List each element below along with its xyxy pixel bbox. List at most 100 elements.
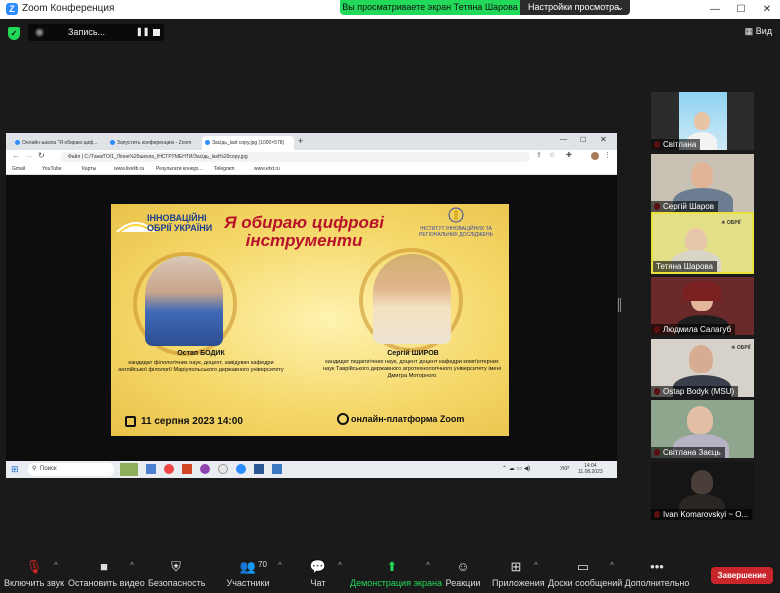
zoom-app-icon[interactable] (236, 464, 246, 474)
participant-name: Тетяна Шарова (653, 261, 717, 272)
bookmark-youtube[interactable]: YouTube (42, 166, 62, 172)
browser-minimize-button[interactable]: — (560, 136, 567, 143)
institute-logo-text: ІНСТИТУТ ІННОВАЦІЙНИХ ТА РЕГІОНАЛЬНИХ ДО… (411, 206, 501, 238)
share-screen-icon: ⬆ (386, 559, 398, 574)
windows-taskbar: ⊞ ⚲ Поиск ⌃ ☁ ▭ ◀) УКР 14:04 11.08.2023 (6, 461, 617, 478)
meeting-topbar: ✓ Запись... ❚❚ ▦ Вид (0, 19, 780, 47)
star-icon[interactable]: ☆ (549, 151, 555, 159)
bookmark-livelib[interactable]: www.livelib.ru (114, 166, 144, 172)
unmute-button[interactable]: 🎙 Включить звук ^ (4, 556, 64, 593)
participant-name: Сергій Шаров (651, 201, 718, 212)
security-button[interactable]: ⛨ Безопасность (148, 556, 205, 593)
taskbar-search[interactable]: ⚲ Поиск (28, 463, 114, 476)
participant-tile[interactable]: Сергій Шаров (651, 154, 754, 212)
bookmark-telegram[interactable]: Telegram (214, 166, 235, 172)
image-viewer: ІННОВАЦІЙНІ ОБРІЇ УКРАЇНИ Я обираю цифро… (6, 175, 617, 461)
more-menu-icon[interactable]: ⋮ (604, 151, 611, 159)
widget-icon[interactable] (120, 463, 138, 476)
shield-icon: ⛨ (171, 559, 181, 574)
institute-emblem-icon (448, 207, 464, 223)
taskbar-clock[interactable]: 14:04 11.08.2023 (578, 463, 603, 475)
browser-maximize-button[interactable]: ☐ (580, 136, 586, 144)
bookmark-gmail[interactable]: Gmail (12, 166, 25, 172)
participant-tile[interactable]: Світлана Заєць (651, 400, 754, 458)
poster-title: Я обираю цифрові інструменти (224, 213, 384, 250)
encryption-shield-icon[interactable]: ✓ (8, 27, 20, 40)
browser-tab[interactable]: Запустить конференцию - Zoom (107, 136, 199, 150)
view-settings-dropdown[interactable]: Настройки просмотра ⌄ (520, 0, 630, 15)
clock-date: 11.08.2023 (578, 469, 603, 475)
brand-name: ІННОВАЦІЙНІ ОБРІЇ УКРАЇНИ (147, 213, 212, 233)
back-arrow-icon[interactable]: ← (12, 151, 20, 160)
word-icon[interactable] (254, 464, 264, 474)
extensions-icon[interactable]: ✚ (566, 151, 572, 159)
chevron-up-icon[interactable]: ^ (426, 561, 430, 570)
chevron-up-icon[interactable]: ^ (338, 561, 342, 570)
keyboard-language[interactable]: УКР (560, 466, 569, 472)
participant-tile[interactable]: Людмила Салагуб (651, 277, 754, 335)
browser-tab-active[interactable]: Засідь_last copy.jpg (1000×578) (202, 136, 294, 150)
reload-icon[interactable]: ↻ (38, 151, 45, 160)
maximize-button[interactable]: ☐ (728, 0, 754, 19)
stop-video-label: Остановить видео (68, 578, 145, 588)
close-button[interactable]: ✕ (754, 0, 780, 19)
end-meeting-button[interactable]: Завершение (711, 567, 773, 584)
bookmark-maps[interactable]: Карты (82, 166, 96, 172)
participant-face (685, 228, 707, 252)
viber-icon[interactable] (200, 464, 210, 474)
whiteboards-button[interactable]: ▭ Доски сообщений ^ (548, 556, 622, 593)
institute-name: ІНСТИТУТ ІННОВАЦІЙНИХ ТА РЕГІОНАЛЬНИХ ДО… (419, 226, 493, 238)
browser-tab[interactable]: Онлайн-школа "Я обираю циф... (12, 136, 104, 150)
reactions-button[interactable]: ☺ Реакции (444, 556, 482, 593)
chrome-icon[interactable] (164, 464, 174, 474)
chevron-up-icon[interactable]: ^ (54, 561, 58, 570)
app-icon[interactable] (272, 464, 282, 474)
stop-recording-button[interactable] (153, 29, 160, 36)
more-button[interactable]: ••• Дополнительно (624, 556, 690, 593)
participants-button[interactable]: 👥 70 Участники ^ (226, 556, 282, 593)
shared-screen: Онлайн-школа "Я обираю циф... Запустить … (6, 133, 617, 478)
more-dots-icon: ••• (650, 559, 664, 574)
app-icon[interactable] (218, 464, 228, 474)
participant-tile[interactable]: ☀ ОБРІЇ Ostap Bodyk (MSU) (651, 339, 754, 397)
participant-hair (683, 281, 721, 301)
participant-face (687, 406, 713, 434)
bookmark-results[interactable]: Результати конкур... (156, 166, 202, 172)
participant-name: Ostap Bodyk (MSU) (651, 386, 739, 397)
stop-video-button[interactable]: ■ Остановить видео ^ (68, 556, 145, 593)
record-dot-icon (35, 28, 44, 37)
speaker2-photo (373, 254, 451, 344)
share-screen-button[interactable]: ⬆ Демонстрация экрана ^ (350, 556, 442, 593)
tray-icons[interactable]: ⌃ ☁ ▭ ◀) (502, 465, 530, 472)
chevron-up-icon[interactable]: ^ (610, 561, 614, 570)
windows-start-icon[interactable]: ⊞ (11, 464, 19, 475)
browser-close-button[interactable]: ✕ (600, 135, 607, 144)
chevron-down-icon: ⌄ (616, 2, 624, 12)
event-platform: онлайн-платформа Zoom (351, 414, 465, 424)
pause-recording-button[interactable]: ❚❚ (136, 27, 149, 36)
participant-tile-active-speaker[interactable]: ☀ ОБРІЇ Тетяна Шарова (651, 212, 754, 274)
chevron-up-icon[interactable]: ^ (278, 561, 282, 570)
chat-button[interactable]: 💬 Чат ^ (304, 556, 342, 593)
powerpoint-icon[interactable] (182, 464, 192, 474)
address-bar[interactable]: Файл | C:/Tани/ГО/1_Ліпне%20школа_ІНСТРУ… (60, 152, 530, 162)
view-button[interactable]: ▦ Вид (745, 26, 772, 37)
new-tab-button[interactable]: + (298, 136, 303, 146)
bookmark-etxt[interactable]: www.etxt.ru (254, 166, 280, 172)
chevron-up-icon[interactable]: ^ (534, 561, 538, 570)
minimize-button[interactable]: — (702, 0, 728, 19)
apps-button[interactable]: ⊞ Приложения ^ (492, 556, 545, 593)
forward-arrow-icon[interactable]: → (25, 151, 33, 160)
participant-face (691, 162, 713, 188)
chevron-up-icon[interactable]: ^ (130, 561, 134, 570)
profile-avatar[interactable] (591, 152, 599, 160)
participant-tile[interactable]: Світлана (651, 92, 754, 150)
window-title: Zoom Конференция (22, 3, 115, 14)
participant-tile[interactable]: Ivan Komarovskyi ~ О... (651, 462, 754, 520)
splitter-handle[interactable] (618, 298, 621, 312)
app-icon[interactable] (146, 464, 156, 474)
share-icon[interactable]: ⇪ (536, 151, 542, 159)
globe-icon (337, 413, 349, 425)
emoji-icon: ☺ (456, 559, 470, 574)
taskbar-search-label: Поиск (40, 466, 57, 472)
